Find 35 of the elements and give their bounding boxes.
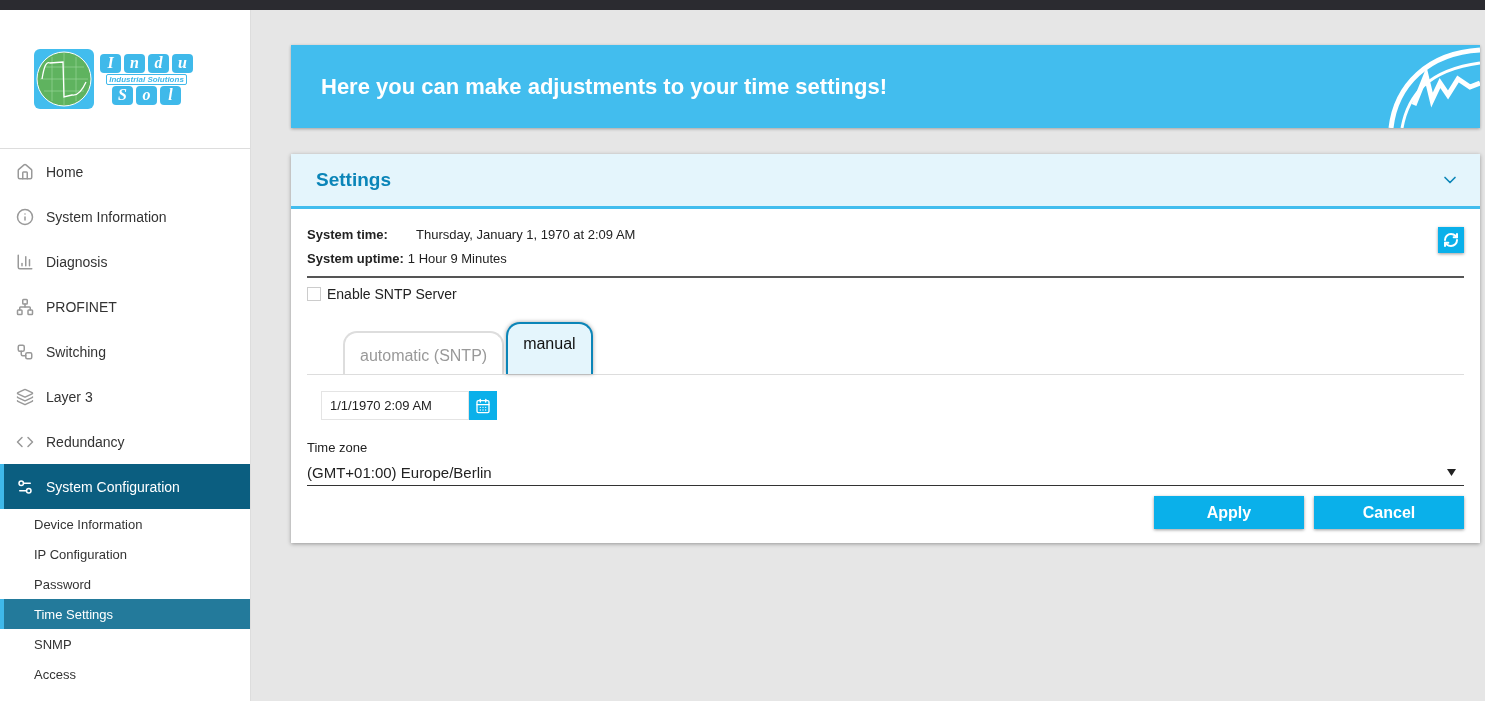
logo-letter: d [148, 53, 169, 73]
logo-letter: n [124, 53, 145, 73]
calendar-icon [475, 397, 491, 414]
logo-tagline: Industrial Solutions [106, 73, 187, 85]
network-icon [16, 297, 34, 316]
timezone-select[interactable]: (GMT+01:00) Europe/Berlin [307, 459, 1464, 486]
tab[interactable]: manual [506, 322, 593, 374]
logo-letter: u [172, 53, 193, 73]
info-icon [16, 207, 34, 226]
bar-chart-icon [16, 252, 34, 271]
info-value: 1 Hour 9 Minutes [407, 251, 507, 266]
layers-icon [16, 387, 34, 406]
checkbox-label: Enable SNTP Server [327, 286, 457, 302]
banner-title: Here you can make adjustments to your time settings! [321, 73, 888, 100]
info-value: Thursday, January 1, 1970 at 2:09 AM [416, 227, 636, 242]
refresh-icon [1443, 232, 1459, 248]
dropdown-caret-icon [1447, 468, 1456, 476]
home-icon [16, 162, 34, 181]
sidebar-item[interactable]: System Configuration [0, 464, 250, 509]
date-time-field[interactable]: 1/1/1970 2:09 AM [321, 391, 469, 420]
oscilloscope-logo-icon [34, 49, 94, 109]
refresh-button[interactable] [1438, 227, 1464, 253]
logo-letter: o [136, 85, 157, 105]
logo-letter: l [160, 85, 181, 105]
calendar-button[interactable] [469, 391, 497, 420]
wave-logo-icon [1388, 45, 1480, 128]
sliders-icon [16, 477, 34, 496]
info-label: System uptime: [307, 251, 404, 266]
info-label: System time: [307, 227, 389, 242]
field-label: Time zone [307, 440, 369, 455]
logo-letter: S [112, 85, 133, 105]
logo-letter: I [100, 53, 121, 73]
sidebar-subitem[interactable]: Time Settings [0, 599, 250, 629]
checkbox[interactable] [307, 287, 321, 301]
panel-title: Settings [316, 169, 391, 191]
